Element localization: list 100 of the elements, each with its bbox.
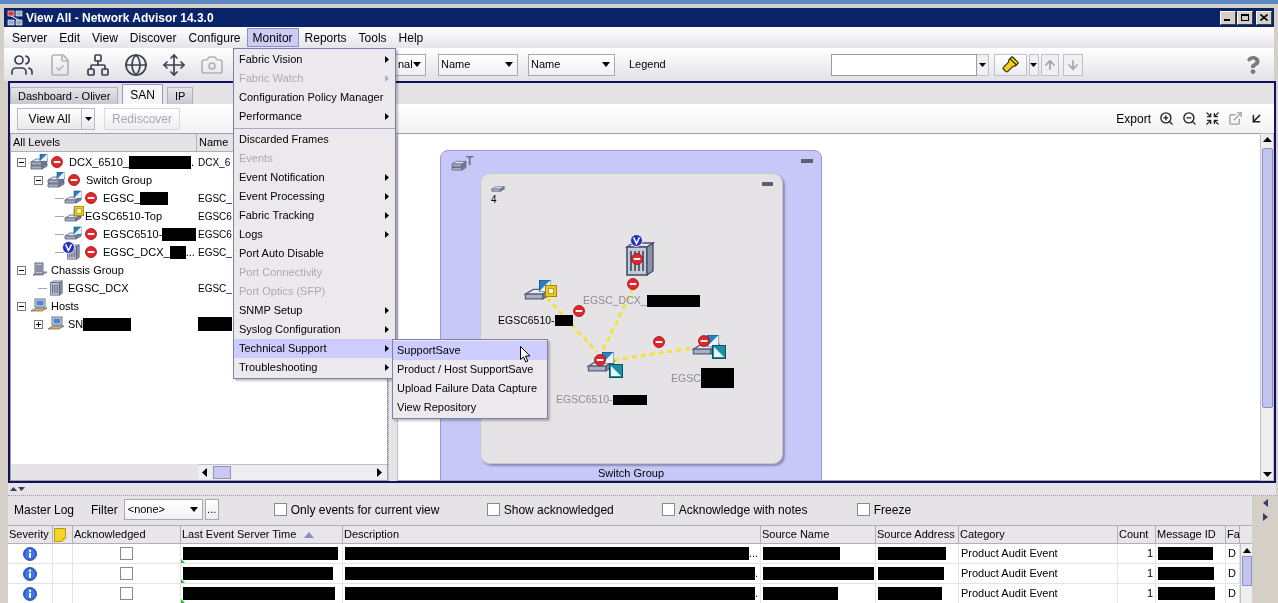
checkbox-label[interactable]: Acknowledge with notes: [678, 500, 808, 519]
network-icon[interactable]: [86, 52, 110, 77]
checkbox[interactable]: [120, 547, 133, 560]
tree-item-label[interactable]: EGSC6510-: [103, 225, 163, 243]
menu-item[interactable]: Event Notification: [234, 168, 395, 187]
scroll-up-icon[interactable]: [1242, 548, 1251, 553]
checkbox[interactable]: [273, 503, 287, 516]
column-header[interactable]: Source Name: [761, 526, 876, 543]
scroll-down-icon[interactable]: [1262, 472, 1272, 477]
collapse-left-icon[interactable]: [1262, 499, 1268, 507]
column-header[interactable]: All Levels: [11, 134, 197, 152]
menu-item[interactable]: Configure: [182, 28, 247, 47]
device-label[interactable]: EGSC6510-: [498, 314, 555, 327]
scroll-up-icon[interactable]: [1262, 137, 1272, 142]
dropdown[interactable]: Name: [528, 53, 615, 76]
menu-item[interactable]: Discarded Frames: [234, 130, 395, 149]
move-arrows-icon[interactable]: [162, 52, 186, 77]
column-header[interactable]: Category: [959, 526, 1118, 543]
menu-item[interactable]: Logs: [234, 225, 395, 244]
scroll-right-icon[interactable]: [377, 468, 382, 477]
menu-item[interactable]: Performance: [234, 107, 395, 126]
tree-item-label[interactable]: Switch Group: [86, 171, 153, 189]
help-icon[interactable]: [1244, 55, 1262, 74]
server-rack-icon[interactable]: [30, 262, 48, 278]
menu-item[interactable]: Monitor: [246, 28, 299, 47]
column-header[interactable]: Source Address: [876, 526, 959, 543]
tree-item-label[interactable]: SN: [68, 315, 84, 333]
expand-toggle-icon[interactable]: [34, 319, 43, 329]
menu-item[interactable]: View: [86, 28, 124, 47]
tree-item-label[interactable]: DCX_6510_: [69, 153, 129, 171]
search-field[interactable]: [830, 53, 977, 76]
menu-item[interactable]: Upload Failure Data Capture: [393, 379, 547, 398]
column-header[interactable]: Fa: [1226, 526, 1240, 543]
checkbox-label[interactable]: Only events for current view: [290, 500, 440, 519]
checkbox-label[interactable]: Show acknowledged: [503, 500, 614, 519]
collapse-toggle-icon[interactable]: [17, 301, 26, 311]
column-header[interactable]: Last Event Server Time: [181, 526, 343, 543]
switch-icon[interactable]: [64, 226, 82, 242]
tree-item-label[interactable]: EGSC_: [103, 189, 141, 207]
more-button[interactable]: ...: [204, 499, 219, 520]
tree-item-label[interactable]: EGSC_DCX: [68, 279, 129, 297]
tree-item-label[interactable]: EGSC6510-Top: [85, 207, 163, 225]
zoom-out-icon[interactable]: [1182, 111, 1197, 126]
menu-item[interactable]: Event Processing: [234, 187, 395, 206]
tree-item-label[interactable]: Hosts: [51, 297, 80, 315]
menu-item[interactable]: SupportSave: [393, 341, 547, 360]
splitter-handle[interactable]: [8, 483, 1276, 496]
switch-stack-icon[interactable]: [47, 172, 65, 188]
menu-item[interactable]: Tools: [352, 28, 393, 47]
globe-icon[interactable]: [124, 52, 148, 77]
computer-icon[interactable]: [30, 298, 48, 314]
menu-item[interactable]: SNMP Setup: [234, 301, 395, 320]
menu-item[interactable]: Product / Host SupportSave: [393, 360, 547, 379]
collapse-toggle-icon[interactable]: [17, 157, 26, 167]
checkbox[interactable]: [120, 567, 133, 580]
menu-item[interactable]: Configuration Policy Manager: [234, 88, 395, 107]
checkbox[interactable]: [120, 587, 133, 600]
scroll-left-icon[interactable]: [202, 468, 207, 477]
export-button[interactable]: Export: [1116, 109, 1151, 128]
menu-item[interactable]: Edit: [53, 28, 87, 47]
dropdown-button[interactable]: [1028, 53, 1039, 76]
scroll-thumb[interactable]: [1241, 556, 1252, 586]
filter-dropdown[interactable]: <none>: [123, 499, 203, 520]
switch-icon[interactable]: [64, 190, 82, 206]
view-all-button[interactable]: View All: [17, 107, 82, 130]
scroll-thumb[interactable]: [213, 466, 231, 479]
collapse-up-icon[interactable]: [10, 487, 17, 491]
expand-down-icon[interactable]: [18, 487, 25, 491]
minimize-button[interactable]: [1220, 10, 1236, 25]
menu-item[interactable]: Technical Support: [234, 339, 395, 358]
legend-link[interactable]: Legend: [629, 56, 666, 73]
menu-item[interactable]: View Repository: [393, 398, 547, 417]
maximize-button[interactable]: [1237, 10, 1253, 25]
menu-item[interactable]: Fabric Tracking: [234, 206, 395, 225]
menu-item[interactable]: Fabric Vision: [234, 50, 395, 69]
horizontal-scrollbar[interactable]: [198, 464, 387, 480]
computer-icon[interactable]: [47, 316, 65, 332]
flashlight-button[interactable]: [993, 53, 1027, 76]
tab[interactable]: IP: [167, 87, 194, 104]
column-header[interactable]: Severity: [8, 526, 53, 543]
expand-right-icon[interactable]: [1262, 513, 1268, 521]
checkbox-label[interactable]: Freeze: [873, 500, 912, 519]
checkbox[interactable]: [856, 503, 870, 516]
dropdown[interactable]: Name: [438, 53, 518, 76]
tree-item-label[interactable]: EGSC_DCX_: [103, 243, 170, 261]
menu-item[interactable]: Port Auto Disable: [234, 244, 395, 263]
column-header[interactable]: Acknowledged: [73, 526, 181, 543]
column-header[interactable]: Message ID: [1156, 526, 1226, 543]
fit-to-window-icon[interactable]: [1205, 111, 1220, 126]
menu-item[interactable]: Reports: [298, 28, 353, 47]
dropdown-button[interactable]: [82, 107, 95, 130]
menu-item[interactable]: Troubleshooting: [234, 358, 395, 377]
column-header[interactable]: Description: [343, 526, 761, 543]
collapse-toggle-icon[interactable]: [17, 265, 26, 275]
vertical-scrollbar[interactable]: [1240, 544, 1252, 603]
scroll-thumb[interactable]: [1261, 148, 1273, 408]
vertical-scrollbar[interactable]: [1260, 133, 1274, 481]
tab[interactable]: SAN: [122, 84, 163, 104]
checkbox[interactable]: [661, 503, 675, 516]
menu-item[interactable]: Discover: [123, 28, 183, 47]
